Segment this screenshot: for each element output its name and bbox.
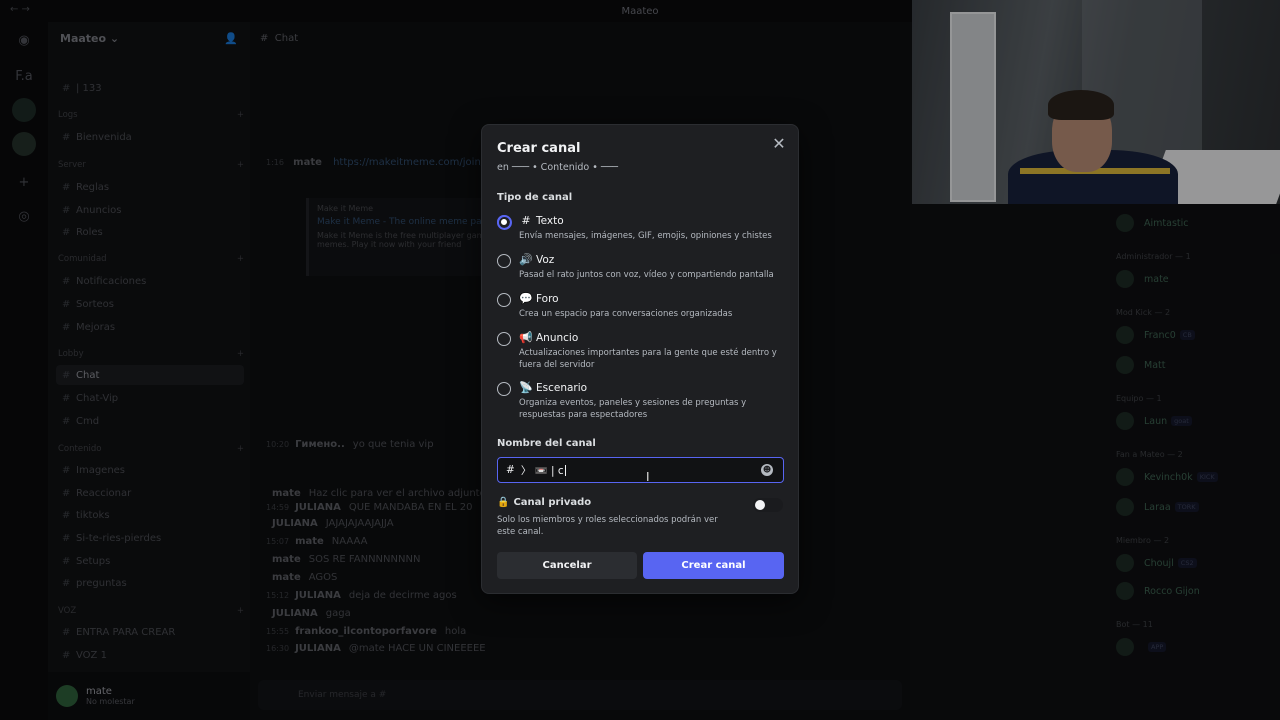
create-channel-modal: Crear canal en ─── • Contenido • ─── ✕ T… bbox=[481, 124, 799, 594]
option-name-row: # Texto bbox=[519, 214, 564, 227]
create-channel-button[interactable]: Crear canal bbox=[643, 552, 784, 579]
toggle-knob bbox=[755, 500, 765, 510]
option-name-row: 🔊 Voz bbox=[519, 253, 554, 266]
private-toggle[interactable] bbox=[753, 498, 783, 512]
radio-button[interactable] bbox=[497, 254, 511, 268]
channel-type-icon: 🔊 bbox=[519, 253, 533, 266]
option-name: Escenario bbox=[536, 381, 588, 394]
channel-name-value: 〉 📼 | c bbox=[520, 464, 564, 477]
channel-type-escenario[interactable]: 📡 Escenario Organiza eventos, paneles y se… bbox=[497, 381, 787, 425]
hash-prefix: # bbox=[506, 464, 515, 476]
channel-name-input[interactable]: # 〉 📼 | c ☻ bbox=[497, 457, 784, 483]
channel-type-label: Tipo de canal bbox=[497, 192, 573, 203]
radio-button[interactable] bbox=[496, 214, 512, 230]
close-icon[interactable]: ✕ bbox=[770, 135, 788, 153]
option-name-row: 📢 Anuncio bbox=[519, 331, 578, 344]
modal-title: Crear canal bbox=[497, 141, 581, 156]
option-name: Anuncio bbox=[536, 331, 579, 344]
option-desc: Organiza eventos, paneles y sesiones de … bbox=[519, 398, 747, 420]
discord-app: ← → Maateo ◉ F.a + ◎ Maateo ⌄ 👤 # | 133 # B… bbox=[0, 0, 1280, 720]
channel-type-icon: # bbox=[521, 214, 531, 227]
radio-button[interactable] bbox=[497, 332, 511, 346]
option-name: Foro bbox=[536, 292, 559, 305]
option-name: Voz bbox=[536, 253, 555, 266]
channel-type-icon: 📢 bbox=[519, 331, 533, 344]
radio-button[interactable] bbox=[497, 382, 511, 396]
option-name-row: 📡 Escenario bbox=[519, 381, 587, 394]
text-caret bbox=[564, 464, 566, 476]
option-desc: Pasad el rato juntos con voz, vídeo y co… bbox=[519, 270, 774, 280]
modal-subtitle: en ─── • Contenido • ─── bbox=[497, 162, 619, 173]
option-desc: Envía mensajes, imágenes, GIF, emojis, o… bbox=[519, 231, 772, 241]
option-desc: Crea un espacio para conversaciones orga… bbox=[519, 309, 733, 319]
option-name: Texto bbox=[536, 214, 564, 227]
radio-button[interactable] bbox=[497, 293, 511, 307]
channel-type-icon: 📡 bbox=[519, 381, 533, 394]
emoji-icon[interactable]: ☻ bbox=[761, 464, 773, 476]
private-label-text: Canal privado bbox=[513, 497, 592, 508]
channel-name-label: Nombre del canal bbox=[497, 438, 596, 449]
lock-icon: 🔒 bbox=[497, 497, 510, 508]
cancel-button[interactable]: Cancelar bbox=[497, 552, 637, 579]
option-desc: Actualizaciones importantes para la gent… bbox=[519, 348, 777, 370]
channel-type-foro[interactable]: 💬 Foro Crea un espacio para conversaciones… bbox=[497, 292, 787, 324]
channel-type-texto[interactable]: # Texto Envía mensajes, imágenes, GIF, emo… bbox=[496, 214, 787, 246]
channel-type-voz[interactable]: 🔊 Voz Pasad el rato juntos con voz, vídeo … bbox=[497, 253, 787, 285]
option-name-row: 💬 Foro bbox=[519, 292, 559, 305]
channel-type-icon: 💬 bbox=[519, 292, 533, 305]
channel-type-anuncio[interactable]: 📢 Anuncio Actualizaciones importantes para… bbox=[497, 331, 787, 375]
text-cursor-icon: I bbox=[646, 470, 650, 484]
private-channel-desc: Solo los miembros y roles seleccionados … bbox=[497, 515, 718, 537]
private-channel-label: 🔒 Canal privado bbox=[497, 497, 591, 508]
